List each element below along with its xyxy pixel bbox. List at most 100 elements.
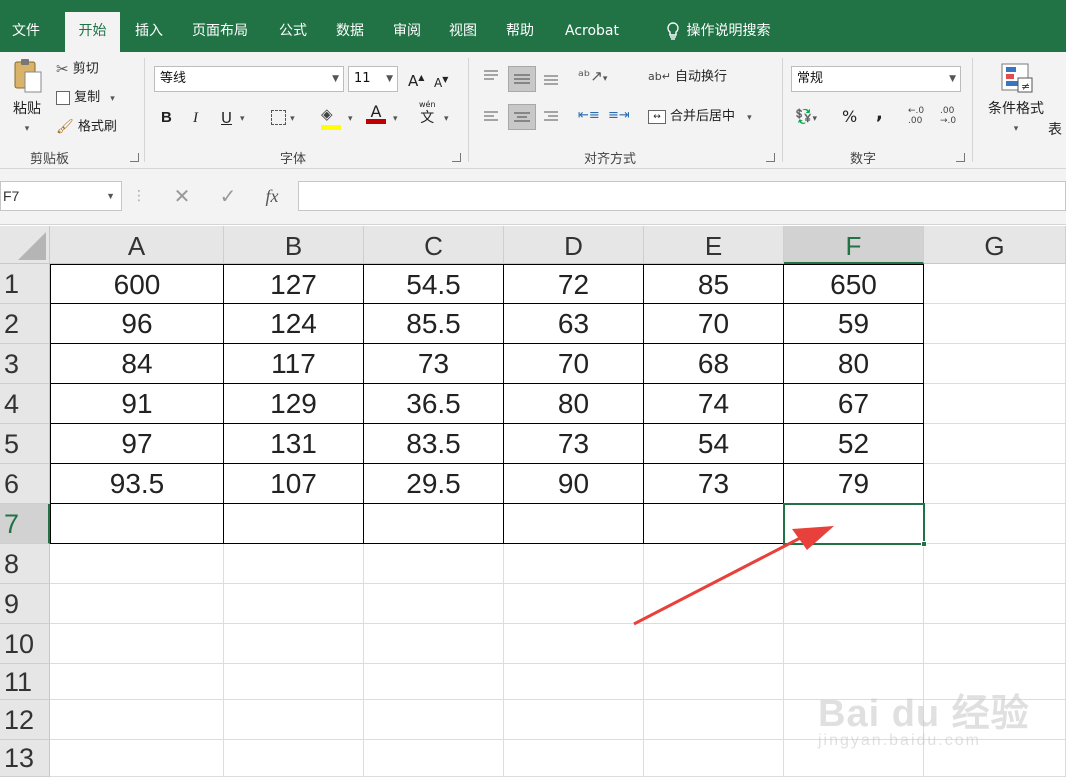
cell-f2[interactable]: 59 — [784, 304, 924, 344]
cell-d12[interactable] — [504, 700, 644, 740]
cell-c6[interactable]: 29.5 — [364, 464, 504, 504]
row-header-12[interactable]: 12 — [0, 700, 50, 740]
cell-c10[interactable] — [364, 624, 504, 664]
cell-d1[interactable]: 72 — [504, 264, 644, 304]
cell-e4[interactable]: 74 — [644, 384, 784, 424]
cell-a7[interactable] — [50, 504, 224, 544]
cell-b1[interactable]: 127 — [224, 264, 364, 304]
align-bottom-button[interactable] — [540, 66, 564, 88]
increase-decimal-button[interactable]: ←.0.00 — [908, 106, 924, 126]
cell-a9[interactable] — [50, 584, 224, 624]
decrease-indent-button[interactable]: ⇤≡ — [578, 106, 600, 126]
column-header-g[interactable]: G — [924, 226, 1066, 264]
number-launcher-icon[interactable] — [956, 153, 965, 162]
tab-help[interactable]: 帮助 — [495, 12, 545, 52]
row-header-2[interactable]: 2 — [0, 304, 50, 344]
copy-dropdown-icon[interactable]: ▾ — [110, 94, 115, 104]
cell-f6[interactable]: 79 — [784, 464, 924, 504]
row-header-4[interactable]: 4 — [0, 384, 50, 424]
cell-g8[interactable] — [924, 544, 1066, 584]
cell-d3[interactable]: 70 — [504, 344, 644, 384]
increase-indent-button[interactable]: ≡⇥ — [608, 106, 630, 126]
cancel-entry-button[interactable]: ✕ — [168, 181, 196, 211]
tab-home[interactable]: 开始 — [65, 12, 120, 52]
confirm-entry-button[interactable]: ✓ — [214, 181, 242, 211]
cell-e9[interactable] — [644, 584, 784, 624]
column-header-b[interactable]: B — [224, 226, 364, 264]
align-top-button[interactable] — [480, 66, 504, 88]
cell-b6[interactable]: 107 — [224, 464, 364, 504]
cell-g5[interactable] — [924, 424, 1066, 464]
cell-b5[interactable]: 131 — [224, 424, 364, 464]
italic-button[interactable]: I — [193, 108, 198, 128]
align-middle-button[interactable] — [508, 66, 536, 92]
borders-button[interactable]: ▾ — [271, 108, 295, 129]
cell-d9[interactable] — [504, 584, 644, 624]
cell-b7[interactable] — [224, 504, 364, 544]
cell-e10[interactable] — [644, 624, 784, 664]
name-box[interactable]: F7 ▼ — [0, 181, 122, 211]
conditional-formatting-button[interactable]: ≠ 条件格式 ▾ — [984, 62, 1048, 139]
row-header-9[interactable]: 9 — [0, 584, 50, 624]
column-header-c[interactable]: C — [364, 226, 504, 264]
cell-b2[interactable]: 124 — [224, 304, 364, 344]
cell-b3[interactable]: 117 — [224, 344, 364, 384]
tab-data[interactable]: 数据 — [325, 12, 375, 52]
font-color-button[interactable]: A — [366, 102, 386, 124]
cell-b13[interactable] — [224, 740, 364, 777]
paste-button[interactable]: 粘贴 ▾ — [8, 58, 46, 139]
row-header-6[interactable]: 6 — [0, 464, 50, 504]
row-header-13[interactable]: 13 — [0, 740, 50, 777]
tab-view[interactable]: 视图 — [438, 12, 488, 52]
cell-a12[interactable] — [50, 700, 224, 740]
fill-dropdown-icon[interactable]: ▾ — [348, 109, 353, 129]
phonetic-button[interactable]: wén 文 — [419, 100, 436, 126]
cell-a3[interactable]: 84 — [50, 344, 224, 384]
column-header-a[interactable]: A — [50, 226, 224, 264]
insert-function-button[interactable]: fx — [258, 181, 286, 211]
font-color-dropdown-icon[interactable]: ▾ — [393, 109, 398, 129]
cell-a11[interactable] — [50, 664, 224, 700]
cell-e5[interactable]: 54 — [644, 424, 784, 464]
clipboard-launcher-icon[interactable] — [130, 153, 139, 162]
tab-file[interactable]: 文件 — [0, 12, 52, 52]
tab-acrobat[interactable]: Acrobat — [556, 12, 628, 52]
cell-a4[interactable]: 91 — [50, 384, 224, 424]
cell-d5[interactable]: 73 — [504, 424, 644, 464]
column-header-f[interactable]: F — [784, 226, 924, 264]
cell-f3[interactable]: 80 — [784, 344, 924, 384]
cell-b11[interactable] — [224, 664, 364, 700]
cell-g1[interactable] — [924, 264, 1066, 304]
cell-c9[interactable] — [364, 584, 504, 624]
align-left-button[interactable] — [480, 106, 504, 128]
underline-button[interactable]: U — [221, 108, 232, 128]
cell-b9[interactable] — [224, 584, 364, 624]
alignment-launcher-icon[interactable] — [766, 153, 775, 162]
cell-c8[interactable] — [364, 544, 504, 584]
copy-button[interactable]: 复制 ▾ — [56, 88, 115, 109]
accounting-format-button[interactable]: 💱▾ — [795, 107, 817, 129]
cell-d4[interactable]: 80 — [504, 384, 644, 424]
cell-g3[interactable] — [924, 344, 1066, 384]
font-launcher-icon[interactable] — [452, 153, 461, 162]
underline-dropdown-icon[interactable]: ▾ — [240, 109, 245, 129]
cell-b8[interactable] — [224, 544, 364, 584]
cell-f8[interactable] — [784, 544, 924, 584]
tab-page-layout[interactable]: 页面布局 — [180, 12, 260, 52]
cell-d11[interactable] — [504, 664, 644, 700]
cell-a10[interactable] — [50, 624, 224, 664]
cut-button[interactable]: ✂ 剪切 — [56, 59, 99, 80]
row-header-8[interactable]: 8 — [0, 544, 50, 584]
cell-c12[interactable] — [364, 700, 504, 740]
align-center-button[interactable] — [508, 104, 536, 130]
tell-me-search[interactable]: 操作说明搜索 — [650, 12, 785, 52]
cell-c2[interactable]: 85.5 — [364, 304, 504, 344]
cell-d6[interactable]: 90 — [504, 464, 644, 504]
tab-insert[interactable]: 插入 — [124, 12, 174, 52]
cell-f9[interactable] — [784, 584, 924, 624]
cell-b12[interactable] — [224, 700, 364, 740]
cell-c1[interactable]: 54.5 — [364, 264, 504, 304]
cell-c4[interactable]: 36.5 — [364, 384, 504, 424]
cell-c5[interactable]: 83.5 — [364, 424, 504, 464]
row-header-3[interactable]: 3 — [0, 344, 50, 384]
